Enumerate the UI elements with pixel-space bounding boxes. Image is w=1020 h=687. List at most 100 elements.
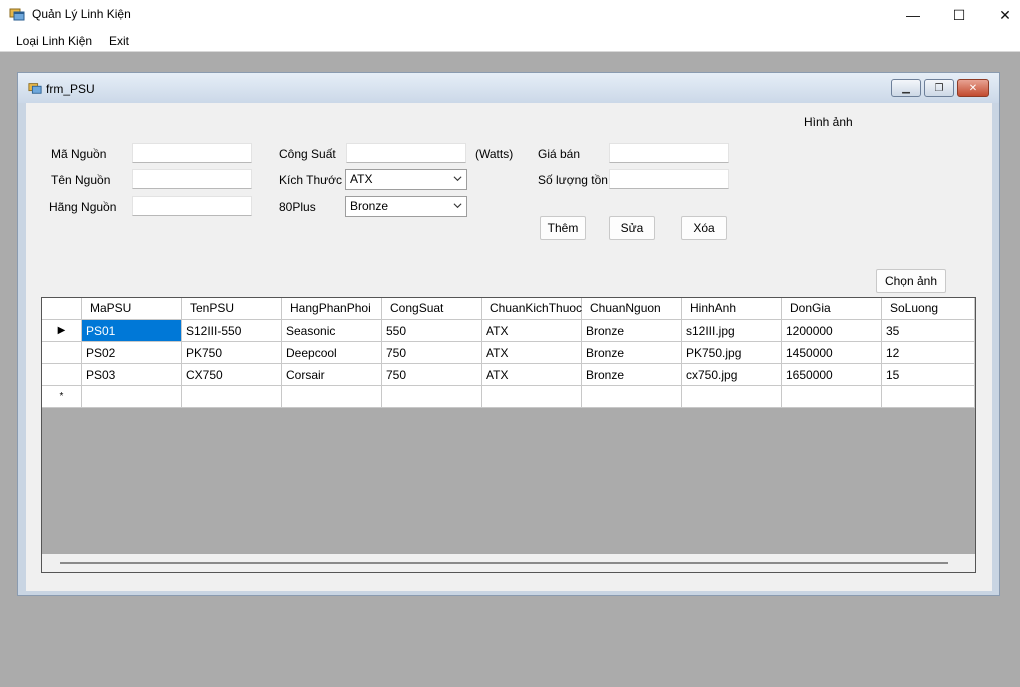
cell-hinhanh[interactable]: cx750.jpg <box>682 364 782 386</box>
minimize-icon: ▁ <box>902 82 910 94</box>
new-cell[interactable] <box>182 386 282 408</box>
column-header-chuannguon[interactable]: ChuanNguon <box>582 298 682 320</box>
hang-nguon-input[interactable] <box>132 196 252 216</box>
cell-hangphanphoi[interactable]: Seasonic <box>282 320 382 342</box>
new-cell[interactable] <box>82 386 182 408</box>
xoa-button[interactable]: Xóa <box>681 216 727 240</box>
cell-tenpsu[interactable]: PK750 <box>182 342 282 364</box>
cell-dongia[interactable]: 1450000 <box>782 342 882 364</box>
column-header-mapsu[interactable]: MaPSU <box>82 298 182 320</box>
grid-header-row: MaPSU TenPSU HangPhanPhoi CongSuat Chuan… <box>42 298 975 320</box>
gia-ban-input[interactable] <box>609 143 729 163</box>
table-row[interactable]: PS02 PK750 Deepcool 750 ATX Bronze PK750… <box>42 342 975 364</box>
column-header-soluong[interactable]: SoLuong <box>882 298 975 320</box>
child-titlebar[interactable]: frm_PSU ▁ ❐ ✕ <box>18 73 999 103</box>
cell-hinhanh[interactable]: PK750.jpg <box>682 342 782 364</box>
cong-suat-label: Công Suất <box>279 147 336 161</box>
cell-congsuat[interactable]: 750 <box>382 364 482 386</box>
so-luong-input[interactable] <box>609 169 729 189</box>
new-cell[interactable] <box>382 386 482 408</box>
row-header-current[interactable]: ▶ <box>42 320 82 342</box>
close-button[interactable]: ✕ <box>982 0 1020 30</box>
cell-hangphanphoi[interactable]: Deepcool <box>282 342 382 364</box>
column-header-congsuat[interactable]: CongSuat <box>382 298 482 320</box>
child-close-button[interactable]: ✕ <box>957 79 989 97</box>
cell-chuankichthuoc[interactable]: ATX <box>482 364 582 386</box>
row-header-new[interactable]: * <box>42 386 82 408</box>
chevron-down-icon <box>453 203 462 209</box>
app-form-icon <box>9 8 25 21</box>
cell-hangphanphoi[interactable]: Corsair <box>282 364 382 386</box>
column-header-hangphanphoi[interactable]: HangPhanPhoi <box>282 298 382 320</box>
menu-item-exit[interactable]: Exit <box>109 34 129 48</box>
cell-soluong[interactable]: 15 <box>882 364 975 386</box>
new-cell[interactable] <box>682 386 782 408</box>
new-cell[interactable] <box>782 386 882 408</box>
cell-mapsu[interactable]: PS02 <box>82 342 182 364</box>
scrollbar-track[interactable] <box>60 562 948 564</box>
column-header-chuankichthuoc[interactable]: ChuanKichThuoc <box>482 298 582 320</box>
cell-tenpsu[interactable]: S12III-550 <box>182 320 282 342</box>
minimize-button[interactable]: — <box>890 0 936 30</box>
cong-suat-input[interactable] <box>346 143 466 163</box>
them-button[interactable]: Thêm <box>540 216 586 240</box>
80plus-value: Bronze <box>350 199 389 213</box>
menu-item-loai-linh-kien[interactable]: Loại Linh Kiện <box>16 34 92 48</box>
new-cell[interactable] <box>582 386 682 408</box>
cell-congsuat[interactable]: 550 <box>382 320 482 342</box>
horizontal-scrollbar[interactable] <box>42 554 975 572</box>
menu-bar: Loại Linh Kiện Exit <box>0 30 1020 52</box>
grid-corner-header <box>42 298 82 320</box>
cell-tenpsu[interactable]: CX750 <box>182 364 282 386</box>
cell-mapsu[interactable]: PS01 <box>82 320 182 342</box>
table-row[interactable]: PS03 CX750 Corsair 750 ATX Bronze cx750.… <box>42 364 975 386</box>
child-title: frm_PSU <box>46 82 95 96</box>
new-cell[interactable] <box>882 386 975 408</box>
table-row[interactable]: ▶ PS01 S12III-550 Seasonic 550 ATX Bronz… <box>42 320 975 342</box>
column-header-tenpsu[interactable]: TenPSU <box>182 298 282 320</box>
cell-chuannguon[interactable]: Bronze <box>582 342 682 364</box>
ma-nguon-label: Mã Nguồn <box>51 147 107 161</box>
form-icon <box>28 83 42 94</box>
cell-chuannguon[interactable]: Bronze <box>582 364 682 386</box>
ten-nguon-label: Tên Nguồn <box>51 173 111 187</box>
cell-mapsu[interactable]: PS03 <box>82 364 182 386</box>
row-header[interactable] <box>42 364 82 386</box>
cell-hinhanh[interactable]: s12III.jpg <box>682 320 782 342</box>
column-header-hinhanh[interactable]: HinhAnh <box>682 298 782 320</box>
80plus-select[interactable]: Bronze <box>345 196 467 217</box>
cell-soluong[interactable]: 35 <box>882 320 975 342</box>
ma-nguon-input[interactable] <box>132 143 252 163</box>
new-cell[interactable] <box>282 386 382 408</box>
hinh-anh-label: Hình ảnh <box>804 115 853 129</box>
80plus-label: 80Plus <box>279 200 316 214</box>
app-title: Quản Lý Linh Kiện <box>32 7 131 21</box>
cell-dongia[interactable]: 1200000 <box>782 320 882 342</box>
psu-data-grid[interactable]: MaPSU TenPSU HangPhanPhoi CongSuat Chuan… <box>41 297 976 573</box>
cell-chuannguon[interactable]: Bronze <box>582 320 682 342</box>
sua-button[interactable]: Sửa <box>609 216 655 240</box>
cell-dongia[interactable]: 1650000 <box>782 364 882 386</box>
app-titlebar[interactable]: Quản Lý Linh Kiện — ☐ ✕ <box>0 0 1020 30</box>
chon-anh-button[interactable]: Chọn ảnh <box>876 269 946 293</box>
gia-ban-label: Giá bán <box>538 147 581 161</box>
cell-chuankichthuoc[interactable]: ATX <box>482 342 582 364</box>
new-cell[interactable] <box>482 386 582 408</box>
cell-chuankichthuoc[interactable]: ATX <box>482 320 582 342</box>
restore-icon: ❐ <box>934 82 944 94</box>
child-minimize-button[interactable]: ▁ <box>891 79 921 97</box>
hang-nguon-label: Hãng Nguồn <box>49 200 117 214</box>
ten-nguon-input[interactable] <box>132 169 252 189</box>
child-restore-button[interactable]: ❐ <box>924 79 954 97</box>
kich-thuoc-label: Kích Thước <box>279 173 343 187</box>
maximize-button[interactable]: ☐ <box>936 0 982 30</box>
cell-soluong[interactable]: 12 <box>882 342 975 364</box>
kich-thuoc-value: ATX <box>350 172 373 186</box>
cell-congsuat[interactable]: 750 <box>382 342 482 364</box>
new-row[interactable]: * <box>42 386 975 408</box>
watts-unit-label: (Watts) <box>475 147 514 161</box>
row-header[interactable] <box>42 342 82 364</box>
minimize-icon: — <box>906 7 920 23</box>
kich-thuoc-select[interactable]: ATX <box>345 169 467 190</box>
column-header-dongia[interactable]: DonGia <box>782 298 882 320</box>
